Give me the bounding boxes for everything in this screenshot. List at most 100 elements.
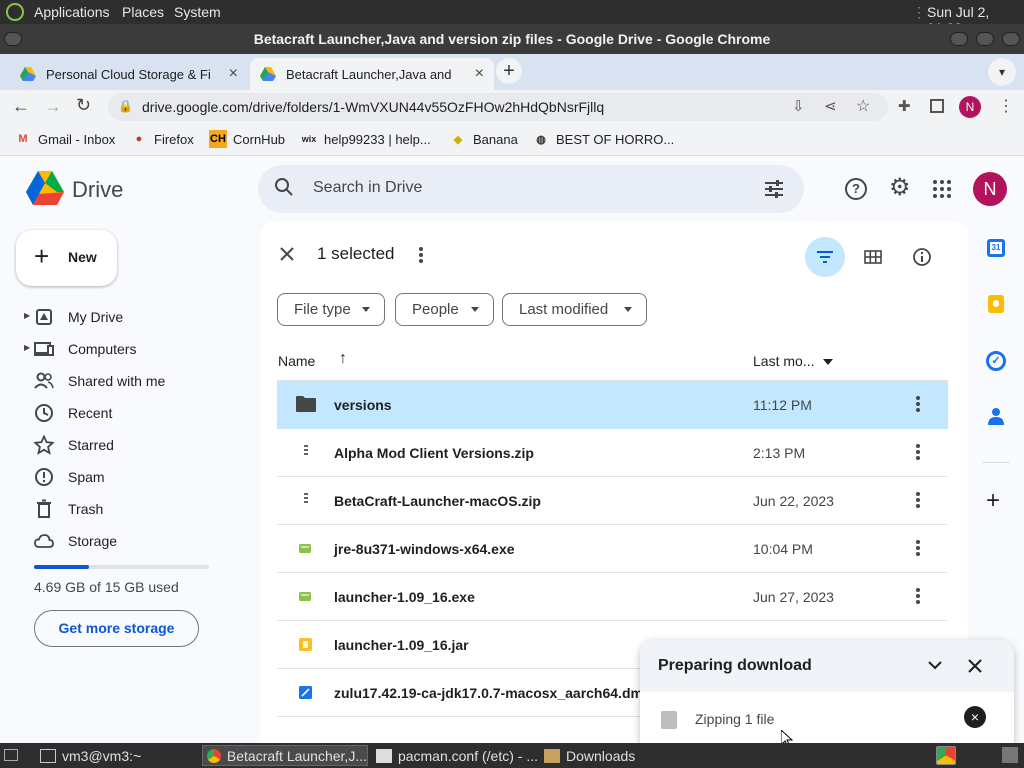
bookmark-label: Banana <box>473 131 518 147</box>
contacts-icon[interactable] <box>988 407 1004 425</box>
side-panel-divider <box>982 462 1010 463</box>
menu-applications[interactable]: Applications <box>34 4 110 20</box>
menu-system[interactable]: System <box>174 4 221 20</box>
bookmark-label: BEST OF HORRO... <box>556 131 675 147</box>
new-button[interactable]: + New <box>16 230 117 286</box>
cancel-download-icon[interactable]: × <box>964 706 986 728</box>
row-more-icon[interactable] <box>915 587 927 607</box>
taskbar-item-editor[interactable]: pacman.conf (/etc) - ... <box>372 745 538 766</box>
new-tab-button[interactable]: + <box>496 58 522 84</box>
file-row-betacraft-macos[interactable]: BetaCraft-Launcher-macOS.zip Jun 22, 202… <box>277 477 948 525</box>
apps-grid-icon[interactable] <box>933 180 951 198</box>
bookmark-star-icon[interactable]: ☆ <box>856 96 870 116</box>
profile-avatar[interactable]: N <box>959 96 981 118</box>
file-name: launcher-1.09_16.jar <box>334 637 469 653</box>
side-apps-panel: 31 ✓ + <box>972 221 1020 621</box>
bookmark-gmail[interactable]: M Gmail - Inbox <box>14 130 115 148</box>
tray-chrome-icon[interactable] <box>936 746 956 765</box>
menu-places[interactable]: Places <box>122 4 164 20</box>
filter-people[interactable]: People <box>395 293 494 326</box>
sidebar-item-shared-with-me[interactable]: Shared with me <box>24 365 244 397</box>
sidebar-item-recent[interactable]: Recent <box>24 397 244 429</box>
taskbar-item-downloads[interactable]: Downloads <box>540 745 670 766</box>
back-arrow-icon[interactable]: ← <box>12 96 30 117</box>
sidebar-item-spam[interactable]: Spam <box>24 461 244 493</box>
sort-ascending-arrow-icon[interactable]: ↑ <box>339 350 347 368</box>
minimize-button[interactable] <box>950 32 968 46</box>
filter-view-button[interactable] <box>805 237 845 277</box>
sidebar-item-trash[interactable]: Trash <box>24 493 244 525</box>
search-options-icon[interactable] <box>764 179 784 199</box>
url-text[interactable]: drive.google.com/drive/folders/1-WmVXUN4… <box>142 99 604 115</box>
sort-dropdown-icon[interactable] <box>823 359 833 365</box>
tab-close-icon[interactable]: × <box>475 65 484 83</box>
tab-search-button[interactable]: ▾ <box>988 58 1016 86</box>
add-addon-plus-icon[interactable]: + <box>986 489 1000 513</box>
row-more-icon[interactable] <box>915 443 927 463</box>
reload-icon[interactable]: ↻ <box>76 95 91 116</box>
clear-selection-close-icon[interactable] <box>280 247 294 261</box>
help-icon[interactable]: ? <box>845 178 867 200</box>
maximize-button[interactable] <box>976 32 994 46</box>
extensions-icon[interactable]: ✚ <box>898 97 911 115</box>
share-icon[interactable]: ⋖ <box>824 97 837 115</box>
sidebar-item-starred[interactable]: Starred <box>24 429 244 461</box>
details-info-icon[interactable] <box>912 247 932 267</box>
grid-view-icon[interactable] <box>864 250 882 264</box>
filter-file-type[interactable]: File type <box>277 293 385 326</box>
side-panel-icon[interactable] <box>930 99 944 113</box>
sidebar-item-storage[interactable]: Storage <box>24 525 244 557</box>
chrome-menu-icon[interactable]: ⋮ <box>998 96 1014 116</box>
bookmark-best-of-horror[interactable]: ◍ BEST OF HORRO... <box>532 130 674 148</box>
search-input[interactable]: Search in Drive <box>313 179 422 197</box>
expand-arrow-icon[interactable]: ▶ <box>24 343 30 352</box>
tasks-icon[interactable]: ✓ <box>986 351 1006 371</box>
tab-betacraft[interactable]: Betacraft Launcher,Java and ve × <box>250 58 494 90</box>
window-menu-button[interactable] <box>4 32 22 46</box>
account-avatar[interactable]: N <box>973 172 1007 206</box>
install-icon[interactable]: ⇩ <box>792 97 805 115</box>
sidebar-item-computers[interactable]: ▶ Computers <box>24 333 244 365</box>
exe-icon <box>295 539 317 559</box>
bookmark-help99233[interactable]: wix help99233 | help... <box>300 130 431 148</box>
keep-icon[interactable] <box>988 295 1004 313</box>
close-download-panel-icon[interactable] <box>968 659 982 673</box>
row-more-icon[interactable] <box>915 395 927 415</box>
get-more-storage-button[interactable]: Get more storage <box>34 610 199 647</box>
search-bar[interactable]: Search in Drive <box>258 165 804 213</box>
show-desktop-icon[interactable] <box>4 749 18 761</box>
close-window-button[interactable] <box>1002 32 1020 46</box>
more-actions-icon[interactable] <box>418 246 424 264</box>
file-modified: Jun 22, 2023 <box>753 493 834 509</box>
taskbar-item-terminal[interactable]: vm3@vm3:~ <box>36 745 196 766</box>
drive-logo-icon[interactable] <box>26 171 64 205</box>
os-logo-icon[interactable] <box>6 3 24 21</box>
file-modified: Jun 27, 2023 <box>753 589 834 605</box>
file-row-jre[interactable]: jre-8u371-windows-x64.exe 10:04 PM <box>277 525 948 573</box>
search-icon[interactable] <box>274 177 294 197</box>
bookmark-cornhub[interactable]: CH CornHub <box>209 130 285 148</box>
address-bar[interactable]: 🔒 drive.google.com/drive/folders/1-WmVXU… <box>108 93 888 121</box>
bookmark-banana[interactable]: ◆ Banana <box>449 130 518 148</box>
settings-gear-icon[interactable]: ⚙ <box>889 176 911 200</box>
taskbar-label: Betacraft Launcher,J... <box>226 747 367 764</box>
sidebar-item-my-drive[interactable]: ▶ My Drive <box>24 301 244 333</box>
tab-personal-cloud[interactable]: Personal Cloud Storage & File × <box>10 58 248 90</box>
file-row-alpha-mod[interactable]: Alpha Mod Client Versions.zip 2:13 PM <box>277 429 948 477</box>
column-name[interactable]: Name <box>278 353 315 369</box>
taskbar-item-chrome[interactable]: Betacraft Launcher,J... <box>202 745 368 766</box>
bookmark-firefox[interactable]: ● Firefox <box>130 130 194 148</box>
collapse-chevron-icon[interactable] <box>928 660 942 670</box>
row-more-icon[interactable] <box>915 491 927 511</box>
file-row-versions[interactable]: versions 11:12 PM <box>277 381 948 429</box>
calendar-icon[interactable]: 31 <box>987 239 1005 257</box>
forward-arrow-icon[interactable]: → <box>44 96 62 117</box>
filter-last-modified[interactable]: Last modified <box>502 293 647 326</box>
file-row-launcher-exe[interactable]: launcher-1.09_16.exe Jun 27, 2023 <box>277 573 948 621</box>
tab-close-icon[interactable]: × <box>229 65 238 83</box>
drive-app-name[interactable]: Drive <box>72 177 123 203</box>
expand-arrow-icon[interactable]: ▶ <box>24 311 30 320</box>
tray-desktop-icon[interactable] <box>1002 747 1018 763</box>
column-last-modified[interactable]: Last mo... <box>753 353 814 369</box>
row-more-icon[interactable] <box>915 539 927 559</box>
